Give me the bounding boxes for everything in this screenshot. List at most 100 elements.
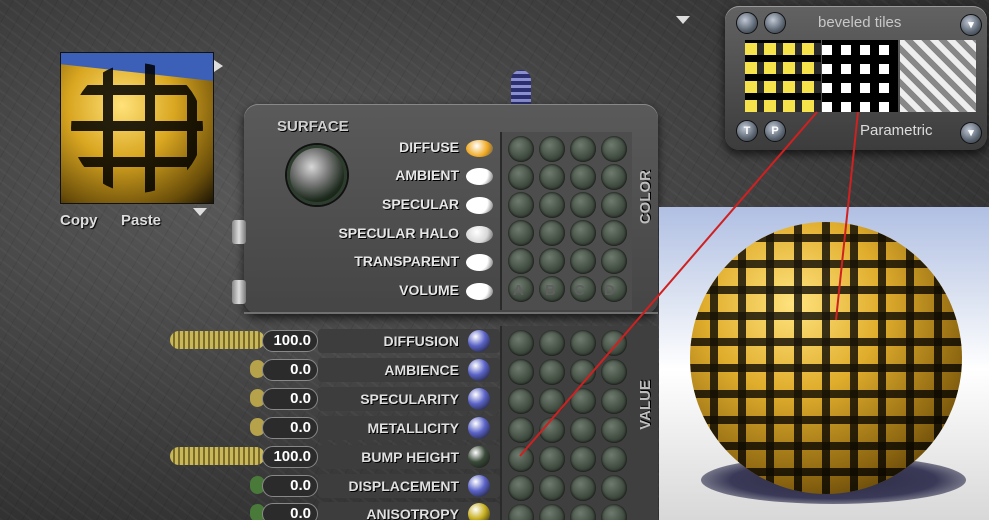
metallicity-value[interactable]: 0.0 — [262, 417, 318, 439]
column-label-b: B — [545, 282, 556, 299]
channel-cell[interactable] — [601, 330, 627, 356]
orb-displacement[interactable] — [468, 475, 490, 497]
channel-cell[interactable] — [570, 248, 596, 274]
channel-cell[interactable] — [539, 417, 565, 443]
copy-button[interactable]: Copy — [60, 212, 98, 229]
swatch-specular-halo[interactable] — [466, 226, 493, 243]
channel-cell[interactable] — [508, 192, 534, 218]
dropdown-arrow-icon[interactable] — [193, 208, 207, 216]
channel-cell[interactable] — [601, 475, 627, 501]
value-side-label: VALUE — [637, 380, 654, 430]
channel-cell[interactable] — [508, 417, 534, 443]
channel-cell[interactable] — [539, 192, 565, 218]
texture-name: beveled tiles — [818, 14, 902, 31]
row-label-volume: VOLUME — [399, 282, 459, 298]
specularity-value[interactable]: 0.0 — [262, 388, 318, 410]
channel-cell[interactable] — [508, 164, 534, 190]
channel-cell[interactable] — [539, 388, 565, 414]
channel-cell[interactable] — [570, 192, 596, 218]
material-preview[interactable] — [60, 52, 214, 204]
orb-diffusion[interactable] — [468, 330, 490, 352]
orb-specularity[interactable] — [468, 388, 490, 410]
channel-cell[interactable] — [539, 248, 565, 274]
paste-button[interactable]: Paste — [121, 212, 161, 229]
displacement-value[interactable]: 0.0 — [262, 475, 318, 497]
channel-cell[interactable] — [601, 504, 627, 520]
channel-cell[interactable] — [570, 330, 596, 356]
channel-cell[interactable] — [539, 220, 565, 246]
channel-cell[interactable] — [601, 388, 627, 414]
bump-height-value[interactable]: 100.0 — [262, 446, 318, 468]
channel-cell[interactable] — [508, 330, 534, 356]
channel-cell[interactable] — [539, 330, 565, 356]
texture-thumb-white[interactable] — [822, 40, 898, 112]
diffusion-value[interactable]: 100.0 — [262, 330, 318, 352]
expand-right-icon[interactable] — [214, 60, 223, 72]
channel-cell[interactable] — [570, 359, 596, 385]
channel-cell[interactable] — [539, 446, 565, 472]
channel-cell[interactable] — [570, 220, 596, 246]
divider — [244, 312, 658, 314]
channel-cell[interactable] — [570, 388, 596, 414]
diffusion-slider[interactable] — [170, 331, 265, 349]
channel-cell[interactable] — [508, 504, 534, 520]
channel-cell[interactable] — [539, 359, 565, 385]
swatch-diffuse[interactable] — [466, 140, 493, 157]
channel-cell[interactable] — [508, 388, 534, 414]
swatch-volume[interactable] — [466, 283, 493, 300]
channel-cell[interactable] — [601, 417, 627, 443]
bump-height-slider[interactable] — [170, 447, 265, 465]
channel-cell[interactable] — [570, 136, 596, 162]
channel-cell[interactable] — [508, 446, 534, 472]
channel-cell[interactable] — [508, 359, 534, 385]
column-label-a: A — [513, 282, 524, 299]
channel-cell[interactable] — [570, 446, 596, 472]
channel-cell[interactable] — [539, 504, 565, 520]
texture-thumb-bump[interactable] — [900, 40, 976, 112]
channel-cell[interactable] — [601, 164, 627, 190]
channel-cell[interactable] — [508, 220, 534, 246]
menu-arrow-icon[interactable] — [676, 16, 690, 24]
channel-cell[interactable] — [570, 504, 596, 520]
channel-cell[interactable] — [539, 164, 565, 190]
mode-dropdown-icon[interactable]: ▾ — [960, 122, 982, 144]
texture-t-button[interactable]: T — [736, 120, 758, 142]
orb-metallicity[interactable] — [468, 417, 490, 439]
channel-cell[interactable] — [508, 136, 534, 162]
channel-cell[interactable] — [539, 136, 565, 162]
channel-cell[interactable] — [601, 136, 627, 162]
label-ambience: AMBIENCE — [384, 362, 459, 378]
orb-anisotropy[interactable] — [468, 503, 490, 520]
swatch-ambient[interactable] — [466, 168, 493, 185]
surface-knob[interactable] — [287, 145, 347, 205]
label-displacement: DISPLACEMENT — [348, 478, 459, 494]
row-label-specular-halo: SPECULAR HALO — [338, 225, 459, 241]
row-label-diffuse: DIFFUSE — [399, 139, 459, 155]
channel-cell[interactable] — [570, 475, 596, 501]
channel-cell[interactable] — [601, 248, 627, 274]
label-anisotropy: ANISOTROPY — [366, 506, 459, 520]
orb-bump-height[interactable] — [468, 446, 490, 468]
column-label-d: D — [604, 282, 615, 299]
orb-ambience[interactable] — [468, 359, 490, 381]
swatch-transparent[interactable] — [466, 254, 493, 271]
texture-p-button[interactable]: P — [764, 120, 786, 142]
channel-cell[interactable] — [570, 417, 596, 443]
channel-cell[interactable] — [601, 220, 627, 246]
channel-cell[interactable] — [508, 248, 534, 274]
texture-dropdown-icon[interactable]: ▾ — [960, 14, 982, 36]
ambience-value[interactable]: 0.0 — [262, 359, 318, 381]
panel-option-button[interactable] — [764, 12, 786, 34]
swatch-specular[interactable] — [466, 197, 493, 214]
anisotropy-value[interactable]: 0.0 — [262, 503, 318, 520]
channel-cell[interactable] — [539, 475, 565, 501]
channel-cell[interactable] — [601, 446, 627, 472]
panel-toggle-button[interactable] — [736, 12, 758, 34]
channel-cell[interactable] — [601, 359, 627, 385]
channel-cell[interactable] — [508, 475, 534, 501]
label-metallicity: METALLICITY — [367, 420, 459, 436]
channel-cell[interactable] — [601, 192, 627, 218]
texture-thumb-yellow[interactable] — [745, 40, 821, 112]
channel-cell[interactable] — [570, 164, 596, 190]
row-label-specular: SPECULAR — [381, 196, 459, 212]
